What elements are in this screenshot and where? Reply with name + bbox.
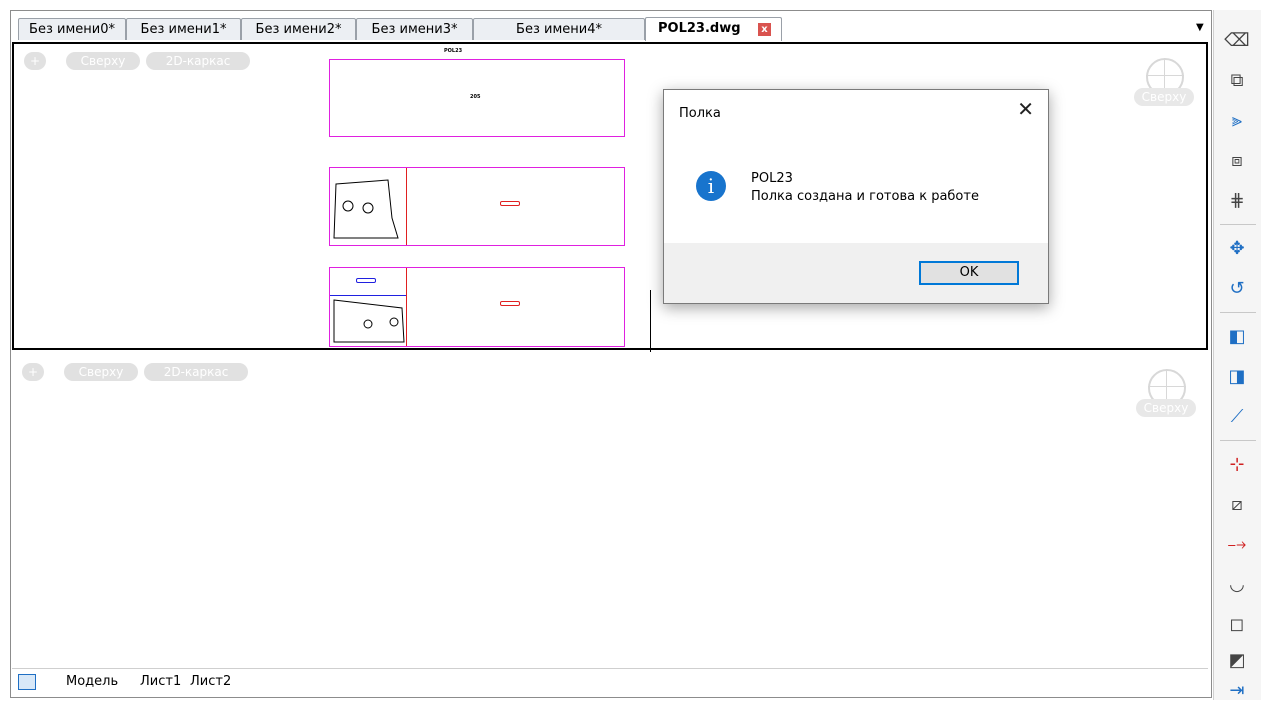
tab-label: Без имени1*	[140, 22, 227, 37]
tab-pol23[interactable]: POL23.dwg x	[645, 17, 782, 41]
navcube[interactable]: Сверху	[1136, 369, 1196, 419]
sheet-center-label: 205	[470, 94, 481, 100]
toolbar-separator	[1220, 224, 1256, 225]
crosshair-cursor	[650, 290, 651, 352]
red-part-mark	[500, 201, 520, 206]
join-icon[interactable]: ◡	[1224, 572, 1250, 598]
sheet-title-1: POL23	[444, 48, 463, 54]
copy-icon[interactable]: ⧉	[1224, 68, 1250, 94]
ok-button[interactable]: OK	[919, 261, 1019, 285]
move-icon[interactable]: ✥	[1224, 236, 1250, 262]
sheet-divider	[406, 268, 407, 346]
toolbar-separator	[1220, 312, 1256, 313]
tab-bez-imeni1[interactable]: Без имени1*	[126, 18, 241, 40]
tab-close-icon[interactable]: x	[758, 23, 771, 36]
sheet-divider	[406, 168, 407, 245]
view-control-button[interactable]: Сверху	[64, 363, 138, 381]
visual-style-button[interactable]: 2D-каркас	[146, 52, 250, 70]
mirror-icon[interactable]: ⫸	[1224, 108, 1250, 134]
tab-bez-imeni0[interactable]: Без имени0*	[18, 18, 126, 40]
break-icon[interactable]: ⧄	[1224, 492, 1250, 518]
stretch-icon[interactable]: ◨	[1224, 364, 1250, 390]
tab-bez-imeni4[interactable]: Без имени4*	[473, 18, 645, 40]
info-icon: i	[696, 171, 726, 201]
message-line-1: POL23	[751, 171, 793, 186]
dialog-title: Полка	[679, 106, 721, 121]
tab-label: Без имени4*	[516, 22, 602, 37]
navcube-axis-h	[1148, 386, 1186, 387]
navcube-label[interactable]: Сверху	[1134, 88, 1194, 106]
dialog-message: POL23 Полка создана и готова к работе	[751, 170, 979, 206]
part-profile	[333, 179, 399, 239]
view-control-button[interactable]: Сверху	[66, 52, 140, 70]
sheet-divider-blue	[330, 295, 406, 296]
toolbar-separator	[1220, 440, 1256, 441]
explode-icon[interactable]: ⇥	[1224, 678, 1250, 704]
tab-list-dropdown-icon[interactable]: ▼	[1196, 22, 1204, 33]
drawing-sheet-3	[329, 267, 625, 347]
erase-icon[interactable]: ⌫	[1224, 28, 1250, 54]
message-line-2: Полка создана и готова к работе	[751, 189, 979, 204]
tab-bez-imeni3[interactable]: Без имени3*	[356, 18, 473, 40]
offset-icon[interactable]: ⧈	[1224, 148, 1250, 174]
layout-tab-model[interactable]: Модель	[66, 673, 118, 691]
layout-tab-sheet2[interactable]: Лист2	[190, 673, 231, 691]
layout-tabbar: Модель Лист1 Лист2	[12, 668, 1208, 696]
drawing-sheet-1: 205	[329, 59, 625, 137]
extend-icon[interactable]: ⤍	[1224, 532, 1250, 558]
part-profile	[333, 299, 405, 343]
blue-part-mark	[356, 278, 376, 283]
dialog-footer: OK	[664, 243, 1048, 303]
scale-icon[interactable]: ◧	[1224, 324, 1250, 350]
red-part-mark	[500, 301, 520, 306]
message-dialog: Полка ✕ i POL23 Полка создана и готова к…	[663, 89, 1049, 304]
modify-toolbar: ⌫ ⧉ ⫸ ⧈ ⋕ ✥ ↺ ◧ ◨ ⟋ ⊹ ⧄ ⤍ ◡ ◻ ◩ ⇥	[1213, 10, 1261, 701]
chamfer-icon[interactable]: ◻	[1224, 612, 1250, 638]
tab-label: Без имени0*	[29, 22, 115, 37]
tab-label: Без имени2*	[255, 22, 342, 37]
tab-label: Без имени3*	[371, 22, 458, 37]
viewport-menu-button[interactable]: +	[24, 52, 46, 70]
drawing-sheet-2	[329, 167, 625, 246]
rotate-icon[interactable]: ↺	[1224, 276, 1250, 302]
lengthen-icon[interactable]: ⟋	[1224, 404, 1250, 430]
tab-bez-imeni2[interactable]: Без имени2*	[241, 18, 356, 40]
tab-label: POL23.dwg	[658, 21, 741, 36]
layout-tab-sheet1[interactable]: Лист1	[140, 673, 181, 691]
document-tabbar: Без имени0* Без имени1* Без имени2* Без …	[10, 14, 1210, 41]
navcube-axis-h	[1146, 75, 1184, 76]
layout-list-icon[interactable]	[18, 674, 36, 690]
viewport-menu-button[interactable]: +	[22, 363, 44, 381]
visual-style-button[interactable]: 2D-каркас	[144, 363, 248, 381]
navcube[interactable]: Сверху	[1134, 58, 1194, 108]
viewport-bottom[interactable]: + Сверху 2D-каркас Сверху	[12, 355, 1208, 665]
fillet-icon[interactable]: ◩	[1224, 648, 1250, 674]
trim-icon[interactable]: ⊹	[1224, 452, 1250, 478]
array-icon[interactable]: ⋕	[1224, 188, 1250, 214]
navcube-label[interactable]: Сверху	[1136, 399, 1196, 417]
close-icon[interactable]: ✕	[1017, 99, 1034, 119]
